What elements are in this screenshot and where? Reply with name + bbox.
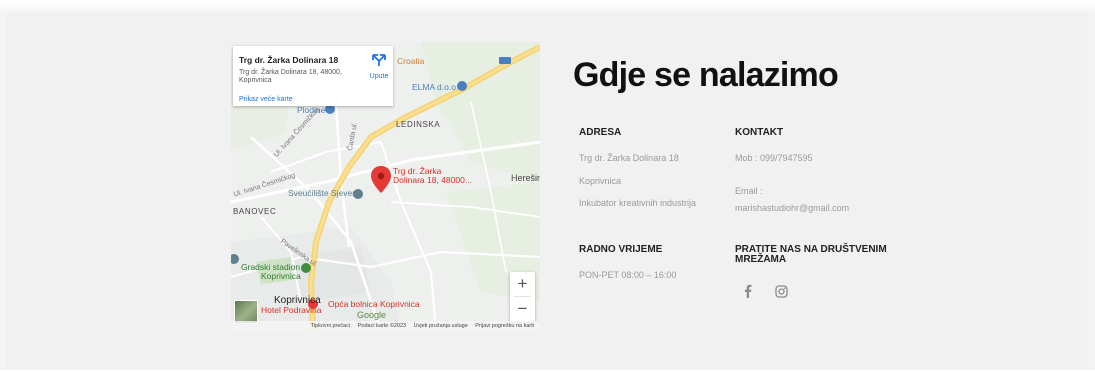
larger-map-link[interactable]: Prikaz veće karte — [239, 96, 293, 103]
social-heading: PRATITE NAS NA DRUŠTVENIM MREŽAMA — [735, 245, 887, 265]
map-label-elma[interactable]: ELMA d.o.o — [412, 82, 456, 92]
contact-heading: KONTAKT — [735, 127, 784, 138]
address-line3: Inkubator kreativnih industrija — [579, 198, 697, 208]
address-line2: Koprivnica — [579, 176, 622, 186]
map-label-sveuciliste[interactable]: Sveučilište Sjever — [288, 188, 355, 198]
contact-mobile: Mob : 099/7947595 — [735, 153, 813, 163]
google-logo: Google — [357, 310, 387, 320]
map-label-marker[interactable]: Trg dr. Žarka Dolinara 18, 48000... — [393, 167, 472, 185]
map-label-bolnica[interactable]: Opća bolnica Koprivnica — [328, 300, 420, 309]
hours-heading: RADNO VRIJEME — [579, 244, 663, 255]
location-section — [6, 12, 1089, 370]
address-heading: ADRESA — [579, 127, 622, 138]
map-label-marker-line2: Dolinara 18, 48000... — [393, 175, 472, 185]
page-title: Gdje se nalazimo — [573, 56, 839, 94]
map-zoom-controls: + − — [510, 272, 535, 322]
instagram-icon[interactable] — [775, 285, 788, 303]
map-label-hotel[interactable]: Hotel Podravina — [261, 306, 321, 315]
directions-label: Upute — [369, 73, 389, 80]
address-line1: Trg dr. Žarka Dolinara 18 — [579, 153, 679, 163]
info-card-address-line2: Koprivnica — [239, 77, 272, 84]
terms-link[interactable]: Uvjeti pružanja usluge — [414, 323, 468, 329]
map-label-heresin: Herešin — [511, 173, 540, 183]
map-label-croatia: Croatia — [397, 56, 425, 66]
hours-value: PON-PET 08:00 – 16:00 — [579, 270, 677, 280]
info-card-address: Trg dr. Žarka Dolinara 18, 48000, Kopriv… — [239, 69, 349, 85]
zoom-out-button[interactable]: − — [510, 297, 535, 321]
info-card-address-line1: Trg dr. Žarka Dolinara 18, 48000, — [239, 69, 342, 76]
report-error-link[interactable]: Prijavi pogrešku na karti — [475, 323, 534, 329]
zoom-in-button[interactable]: + — [510, 272, 535, 296]
map-label-ledinska: LEDINSKA — [396, 120, 441, 129]
embedded-map[interactable]: Trg dr. Žarka Dolinara 18 Trg dr. Žarka … — [231, 42, 540, 331]
directions-icon — [372, 54, 386, 66]
bottom-strip — [0, 370, 1095, 381]
map-data-text: Podaci karte ©2023 — [357, 323, 407, 329]
social-heading-line2: MREŽAMA — [735, 254, 787, 265]
map-attribution: Tipkovni prečaci Podaci karte ©2023 Uvje… — [231, 321, 540, 331]
info-card-title: Trg dr. Žarka Dolinara 18 — [239, 55, 339, 65]
map-label-banovec: BANOVEC — [233, 207, 277, 216]
facebook-icon-glyph — [744, 284, 752, 298]
facebook-icon[interactable] — [744, 284, 752, 303]
keyboard-shortcuts-link[interactable]: Tipkovni prečaci — [311, 323, 351, 329]
map-info-card: Trg dr. Žarka Dolinara 18 Trg dr. Žarka … — [233, 46, 393, 106]
instagram-icon-glyph — [775, 285, 788, 298]
map-label-stadion-line2: Koprivnica — [261, 271, 301, 281]
contact-email-label: Email : — [735, 186, 763, 196]
map-label-stadion[interactable]: Gradski stadion Koprivnica — [241, 263, 301, 281]
contact-email[interactable]: marishastudiohr@gmail.com — [735, 203, 849, 213]
directions-button[interactable]: Upute — [367, 54, 391, 80]
